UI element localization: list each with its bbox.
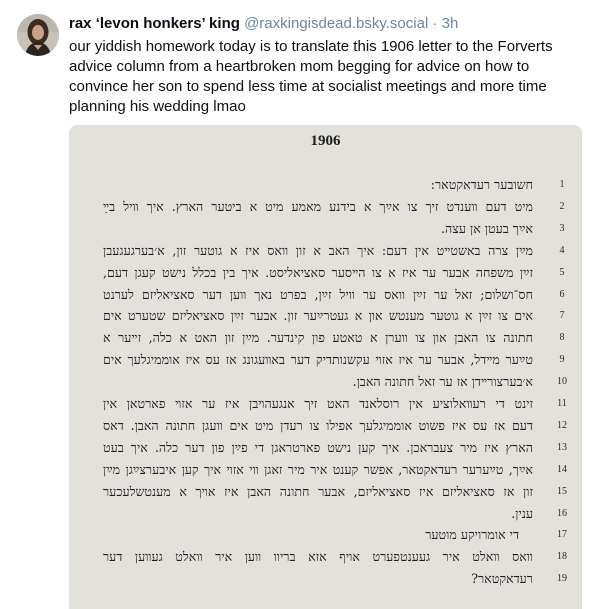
letter-line-text: מיט דעם װענדט זיך צו אײַך א בידנע מאמע מ…: [103, 198, 533, 214]
feed-post[interactable]: rax ‘levon honkers’ king @raxkingisdead.…: [0, 0, 596, 609]
line-number: 8: [559, 332, 565, 344]
letter-line-text: זײַן משפחה אבער ער איז א צו הײסער סאציאל…: [103, 264, 533, 280]
letter-line-text: ענין.: [511, 505, 533, 521]
line-number: 13: [557, 441, 567, 453]
letter-line-text: חשובער רעדאקטאר:: [430, 177, 533, 192]
letter-line-text: טײַער מײדל, אבער ער איז אזױ עקשנותדיק דע…: [103, 352, 533, 368]
author-handle[interactable]: @raxkingisdead.bsky.social: [244, 15, 428, 32]
line-number: 6: [559, 288, 565, 300]
line-number: 11: [557, 398, 567, 409]
letter-line-text: װאס װאלט איר געענטפערט אויף אזא בריװ װען…: [103, 549, 533, 565]
line-number: 18: [557, 551, 567, 563]
post-text: our yiddish homework today is to transla…: [69, 38, 553, 115]
letter-line-text: אײַך בעטן אן עצה.: [441, 220, 533, 236]
letter-line-text: אײַך, טײַערער רעדאקטאר, אפשר קענט איר מי…: [103, 461, 533, 477]
line-number: 16: [557, 507, 567, 519]
letter-line-text: חתונה צו האבן און צו װערן א טאטע פון קינ…: [103, 330, 533, 346]
letter-line-text: חס־ושלום; זאל ער זײַן װאס ער װיל זײַן, ב…: [103, 286, 533, 302]
letter-line-text: דעם אז עס איז פשוט אוממיגלעך אפילו צו רע…: [103, 417, 533, 433]
letter-line-text: א׳בערצורײדן אז ער זאל חתונה האבן.: [352, 374, 533, 390]
letter-line-text: די אומרויקע מוטער: [425, 527, 519, 543]
letter-line-text: זון אז סאציאליזם איז סאציאליזם, אבער חתו…: [103, 483, 533, 499]
page-year: 1906: [310, 133, 341, 149]
line-number: 4: [559, 244, 565, 256]
letter-line-text: רעדאקטאר?: [471, 571, 533, 587]
line-number: 12: [557, 419, 567, 431]
letter-line-text: הארץ איז מיר צעבראכן. איך קען נישט פארטר…: [103, 439, 533, 455]
letter-line-text: זינט די רעװאלוציע אין רוסלאנד האט זיך אנ…: [103, 396, 533, 411]
author-display-name[interactable]: rax ‘levon honkers’ king: [69, 15, 240, 32]
line-number: 14: [557, 463, 567, 475]
letter-line-text: אים צו זײַן א גוטער מענטש און א געטרײַער…: [103, 308, 533, 324]
line-number: 17: [557, 529, 567, 541]
separator-dot: ·: [432, 15, 438, 32]
avatar-portrait-image: [17, 14, 59, 56]
post-image[interactable]: 1906 חשובער רעדאקטאר: 1 מיט דעם װענדט זיך …: [69, 125, 582, 609]
author-avatar[interactable]: [17, 14, 59, 56]
line-number: 1: [559, 179, 565, 190]
line-number: 19: [557, 573, 567, 585]
line-number: 9: [559, 354, 565, 366]
line-number: 7: [559, 310, 565, 322]
line-number: 2: [559, 200, 565, 212]
line-number: 15: [557, 485, 567, 497]
line-number: 3: [559, 222, 565, 234]
post-timestamp[interactable]: 3h: [442, 15, 459, 32]
line-number: 10: [557, 376, 567, 388]
letter-line-text: מײַן צרה באשטײט אין דעם: איך האב א זון װ…: [103, 242, 533, 258]
post-header: rax ‘levon honkers’ king @raxkingisdead.…: [69, 14, 589, 34]
line-number: 5: [559, 266, 565, 278]
